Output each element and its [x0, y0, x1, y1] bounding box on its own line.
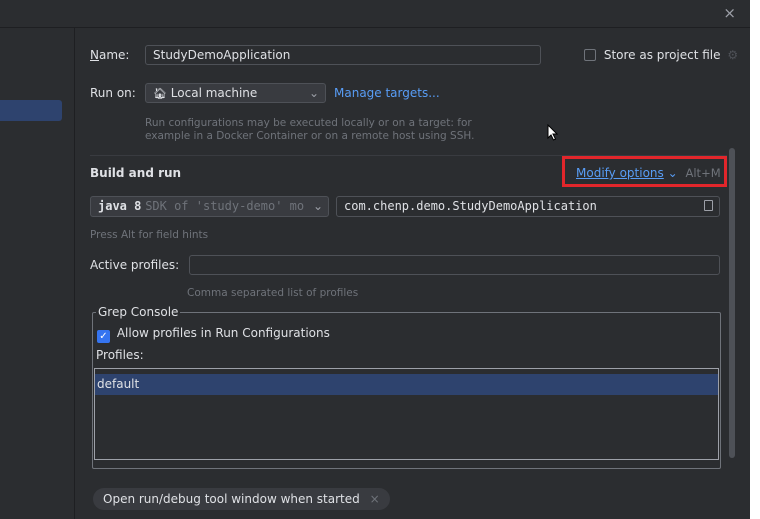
name-field[interactable]: StudyDemoApplication — [145, 45, 541, 65]
active-profiles-label: Active profiles: — [90, 258, 180, 272]
modify-options-label: Modify options — [576, 166, 664, 180]
title-bar: × — [0, 0, 750, 28]
store-as-project-file[interactable]: Store as project file ⚙ — [584, 48, 738, 62]
profiles-list[interactable]: default — [94, 368, 719, 460]
grep-console-title: Grep Console — [96, 305, 181, 319]
run-on-hint-line-1: Run configurations may be executed local… — [145, 117, 472, 129]
profiles-label: Profiles: — [96, 348, 144, 362]
mouse-pointer-icon — [547, 124, 559, 141]
main-class-value: com.chenp.demo.StudyDemoApplication — [344, 199, 597, 213]
browse-icon[interactable] — [704, 200, 713, 211]
name-label: Name: — [90, 48, 130, 62]
run-configuration-dialog: × Name: StudyDemoApplication Store as pr… — [0, 0, 750, 519]
modify-options-shortcut: Alt+M — [685, 166, 721, 180]
allow-profiles-label: Allow profiles in Run Configurations — [116, 326, 330, 340]
home-icon: 🏠︎ — [153, 87, 167, 100]
chip-label: Open run/debug tool window when started — [103, 492, 360, 506]
sidebar-selected-item[interactable] — [0, 100, 62, 121]
active-profiles-field[interactable] — [189, 255, 720, 275]
run-on-label: Run on: — [90, 86, 136, 100]
configurations-sidebar — [0, 28, 75, 519]
chevron-down-icon: ⌄ — [308, 86, 319, 100]
open-tool-window-chip[interactable]: Open run/debug tool window when started … — [93, 488, 390, 510]
run-on-hint-line-2: example in a Docker Container or on a re… — [145, 130, 475, 142]
field-hints-text: Press Alt for field hints — [90, 229, 209, 241]
build-and-run-heading: Build and run — [90, 166, 182, 180]
modify-options-button[interactable]: Modify options ⌄ Alt+M — [576, 166, 721, 180]
chip-close-icon[interactable]: × — [370, 492, 380, 506]
manage-targets-link[interactable]: Manage targets... — [334, 86, 440, 100]
list-item[interactable]: default — [95, 374, 718, 395]
checkmark-icon: ✓ — [97, 330, 110, 343]
chevron-down-icon: ⌄ — [309, 199, 323, 214]
run-on-value: Local machine — [170, 86, 258, 100]
store-checkbox[interactable] — [584, 49, 596, 61]
close-icon[interactable]: × — [723, 4, 736, 22]
gear-icon: ⚙ — [727, 48, 739, 62]
main-class-field[interactable]: com.chenp.demo.StudyDemoApplication — [336, 196, 720, 217]
allow-profiles-checkbox[interactable]: ✓ Allow profiles in Run Configurations — [97, 326, 330, 343]
sdk-combo[interactable]: java 8 SDK of 'study-demo' mo ⌄ — [90, 196, 329, 217]
store-label: Store as project file — [603, 48, 721, 62]
name-label-rest: ame: — [98, 48, 130, 62]
run-on-combo[interactable]: 🏠︎ Local machine ⌄ — [145, 83, 326, 103]
chevron-down-icon: ⌄ — [667, 166, 678, 180]
sdk-version: java 8 — [98, 199, 142, 213]
scrollbar[interactable] — [729, 148, 735, 458]
active-profiles-hint: Comma separated list of profiles — [187, 287, 359, 299]
sdk-description: SDK of 'study-demo' mo — [145, 199, 305, 213]
